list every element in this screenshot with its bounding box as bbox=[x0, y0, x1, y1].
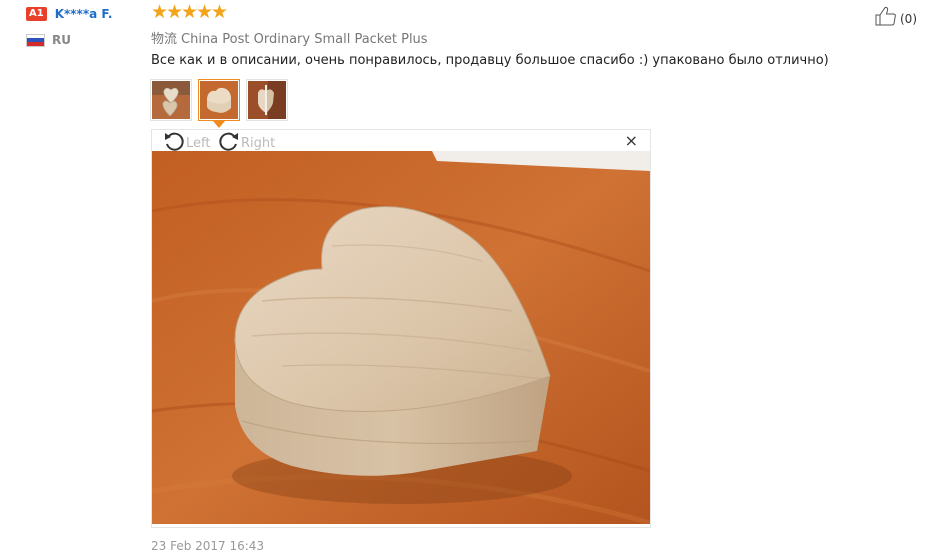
buyer-level-badge: A1 bbox=[26, 7, 47, 21]
star-icon: ★ bbox=[196, 1, 214, 23]
helpful-like-button[interactable]: (0) bbox=[875, 6, 917, 31]
thumbs-up-icon bbox=[875, 6, 897, 31]
photo-thumb-2[interactable] bbox=[198, 79, 240, 128]
star-icon: ★ bbox=[211, 1, 229, 23]
like-count: (0) bbox=[900, 11, 917, 26]
photo-thumb-3[interactable] bbox=[246, 79, 288, 121]
star-icon: ★ bbox=[166, 1, 184, 23]
logistics-label: 物流 bbox=[151, 32, 178, 47]
user-country: RU bbox=[26, 33, 71, 47]
photo-thumb-1[interactable] bbox=[150, 79, 192, 121]
russia-flag-icon bbox=[26, 33, 45, 47]
review-date: 23 Feb 2017 16:43 bbox=[151, 539, 265, 553]
viewer-toolbar: Left Right × bbox=[152, 130, 650, 151]
close-viewer-button[interactable]: × bbox=[625, 132, 638, 150]
review-text: Все как и в описании, очень понравилось,… bbox=[151, 53, 829, 68]
logistics-method: China Post Ordinary Small Packet Plus bbox=[181, 32, 428, 47]
review-item: A1 K****a F. RU ★ ★ ★ ★ ★ (0) 物流 China Post O… bbox=[0, 0, 937, 557]
rotate-left-label: Left bbox=[186, 136, 211, 151]
logistics-info: 物流 China Post Ordinary Small Packet Plus bbox=[151, 28, 428, 47]
review-photo bbox=[152, 151, 650, 524]
star-rating: ★ ★ ★ ★ ★ bbox=[151, 1, 229, 23]
user-name-link[interactable]: K****a F. bbox=[55, 7, 113, 21]
rotate-right-label: Right bbox=[241, 136, 276, 151]
heart-box-photo bbox=[152, 151, 650, 524]
user-info: A1 K****a F. bbox=[26, 7, 112, 21]
star-icon: ★ bbox=[151, 1, 169, 23]
photo-viewer: Left Right × bbox=[151, 129, 651, 528]
photo-thumbnails bbox=[150, 79, 288, 128]
country-code: RU bbox=[52, 33, 71, 47]
star-icon: ★ bbox=[181, 1, 199, 23]
